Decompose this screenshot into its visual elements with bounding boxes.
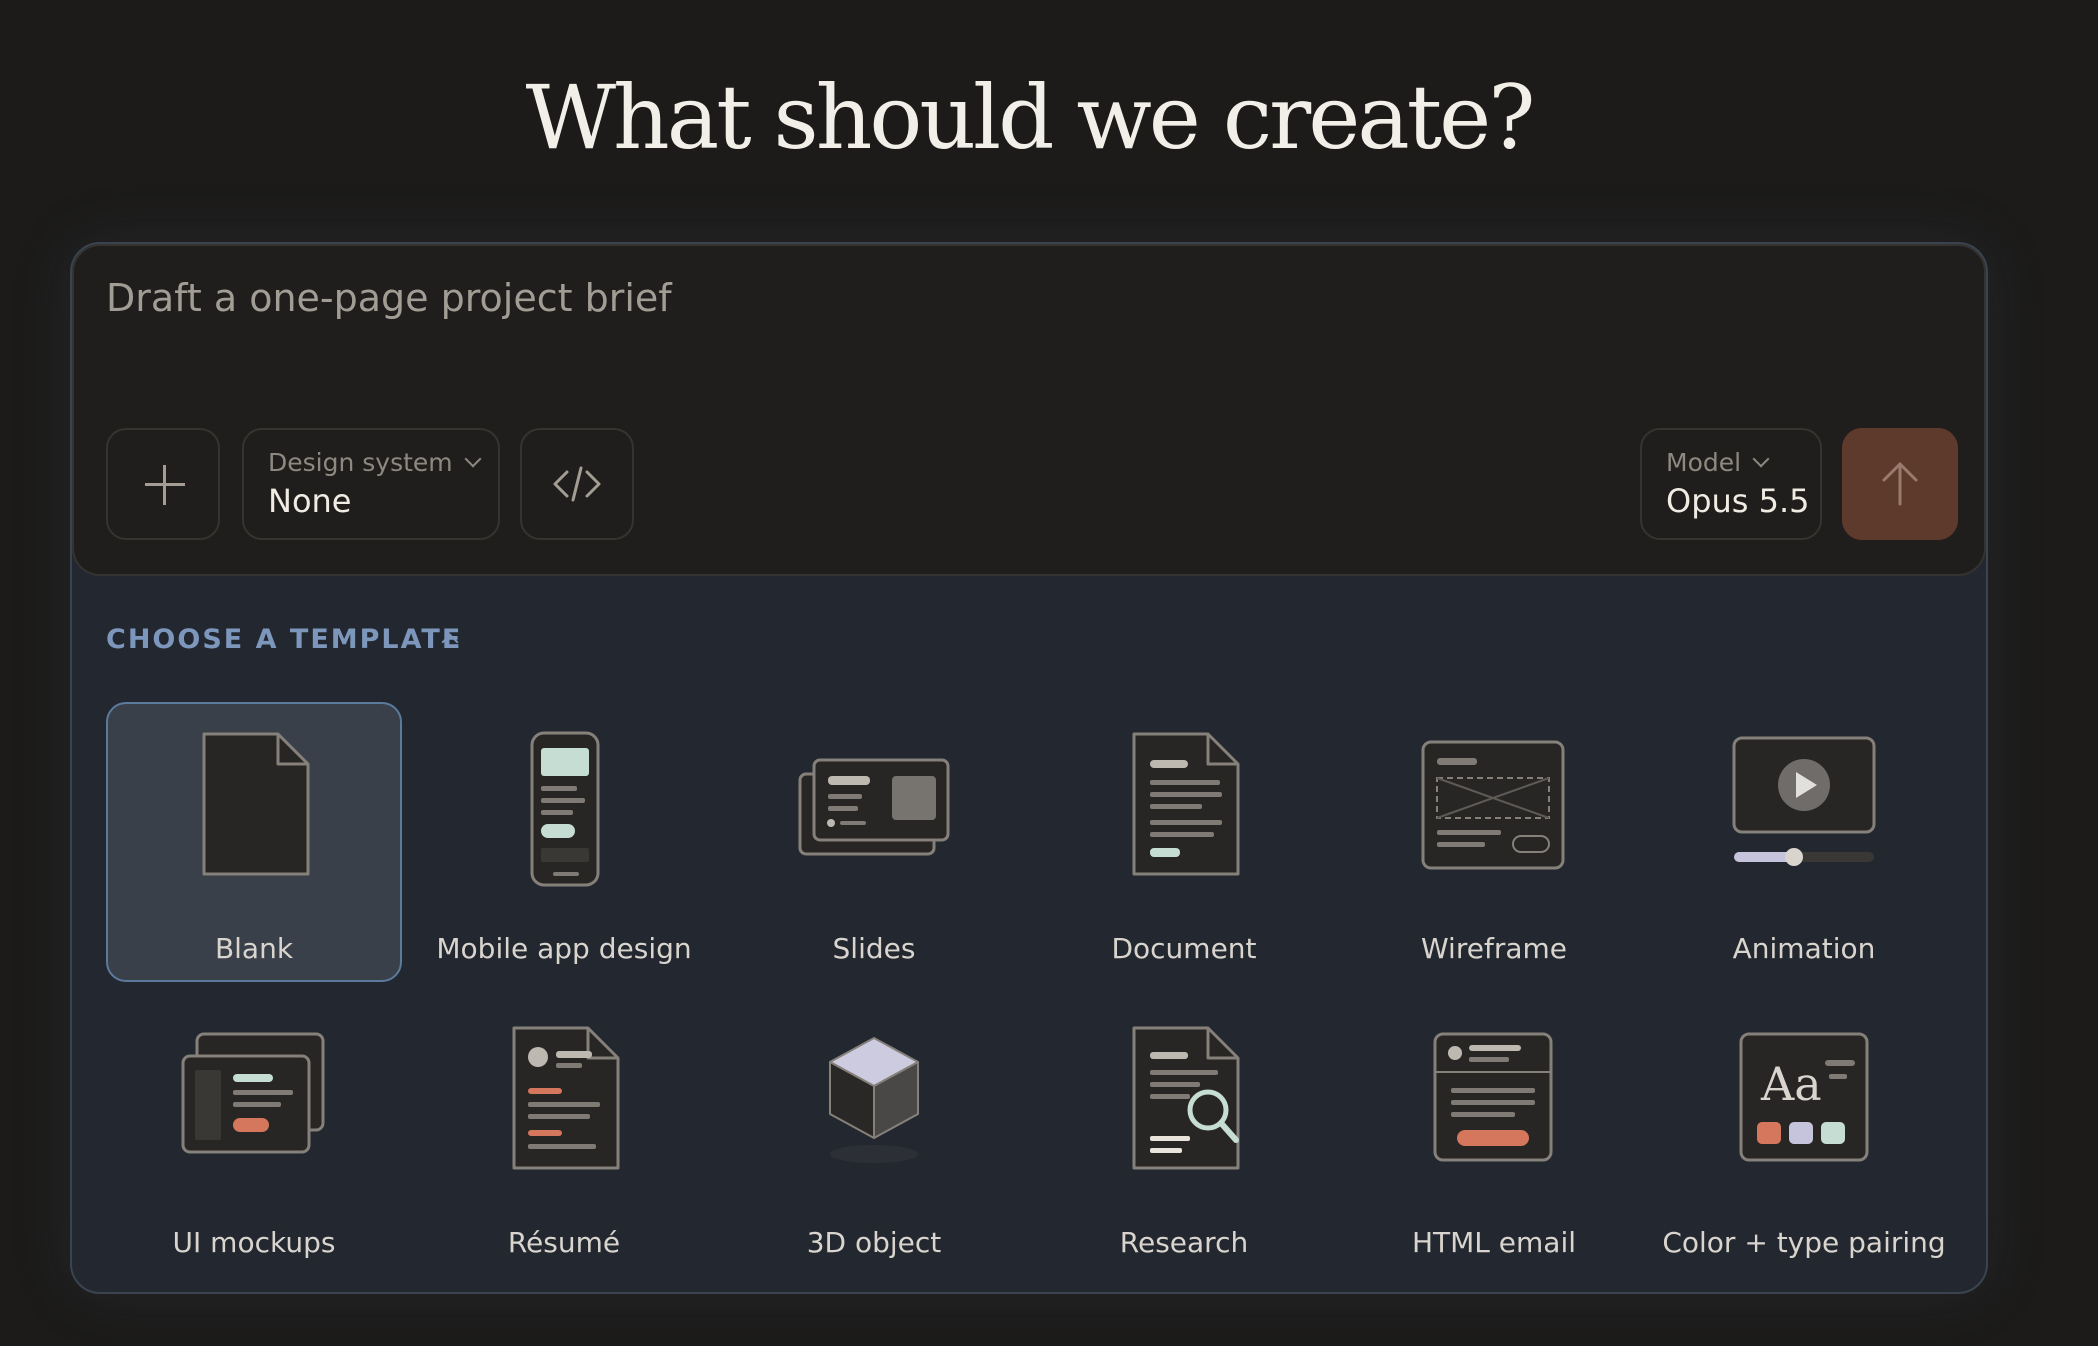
blank-page-icon	[202, 732, 310, 876]
model-label: Model	[1666, 448, 1742, 477]
template-color-type-pairing[interactable]: Aa Color + type pairing	[1656, 996, 1952, 1276]
send-button[interactable]	[1842, 428, 1958, 540]
model-value: Opus 5.5	[1666, 482, 1810, 520]
create-panel: Draft a one-page project brief Design sy…	[70, 242, 1988, 1294]
template-label: Slides	[832, 932, 916, 965]
template-label: Blank	[214, 932, 294, 965]
template-mobile-app-design[interactable]: Mobile app design	[416, 702, 712, 982]
code-button[interactable]	[520, 428, 634, 540]
add-attachment-button[interactable]	[106, 428, 220, 540]
template-animation[interactable]: Animation	[1656, 702, 1952, 982]
chevron-down-icon	[464, 450, 482, 468]
template-blank[interactable]: Blank	[106, 702, 402, 982]
arrow-up-icon	[1882, 462, 1918, 506]
template-wireframe[interactable]: Wireframe	[1346, 702, 1642, 982]
prompt-box[interactable]: Draft a one-page project brief Design sy…	[72, 244, 1986, 576]
template-label: Research	[1119, 1226, 1249, 1259]
template-label: Document	[1111, 932, 1257, 965]
document-icon	[1132, 732, 1240, 876]
design-system-dropdown[interactable]: Design system None	[242, 428, 500, 540]
template-section-title[interactable]: CHOOSE A TEMPLATE	[106, 624, 462, 655]
template-label: Color + type pairing	[1662, 1226, 1946, 1259]
template-label: 3D object	[806, 1226, 942, 1259]
color-type-icon: Aa	[1739, 1032, 1869, 1162]
page-title: What should we create?	[525, 66, 1536, 169]
template-document[interactable]: Document	[1036, 702, 1332, 982]
design-system-label: Design system	[268, 448, 453, 477]
template-label: Wireframe	[1420, 932, 1567, 965]
resume-icon	[512, 1026, 620, 1170]
template-slides[interactable]: Slides	[726, 702, 1022, 982]
research-icon	[1132, 1026, 1240, 1170]
template-label: UI mockups	[172, 1226, 336, 1259]
cube-icon	[829, 1037, 919, 1163]
template-research[interactable]: Research	[1036, 996, 1332, 1276]
code-icon	[553, 466, 601, 502]
ui-mockups-icon	[181, 1032, 325, 1154]
template-label: Animation	[1732, 932, 1876, 965]
slides-icon	[798, 758, 950, 856]
template-resume[interactable]: Résumé	[416, 996, 712, 1276]
template-html-email[interactable]: HTML email	[1346, 996, 1642, 1276]
email-icon	[1433, 1032, 1553, 1162]
chevron-down-icon	[1752, 450, 1770, 468]
mobile-phone-icon	[530, 731, 600, 887]
prompt-input[interactable]: Draft a one-page project brief	[106, 276, 672, 320]
template-label: Mobile app design	[436, 932, 692, 965]
svg-text:Aa: Aa	[1760, 1057, 1822, 1111]
template-3d-object[interactable]: 3D object	[726, 996, 1022, 1276]
play-icon	[1732, 736, 1876, 866]
wireframe-icon	[1421, 740, 1565, 870]
template-label: Résumé	[507, 1226, 621, 1259]
model-dropdown[interactable]: Model Opus 5.5	[1640, 428, 1822, 540]
design-system-value: None	[268, 482, 352, 520]
template-ui-mockups[interactable]: UI mockups	[106, 996, 402, 1276]
template-label: HTML email	[1411, 1226, 1577, 1259]
